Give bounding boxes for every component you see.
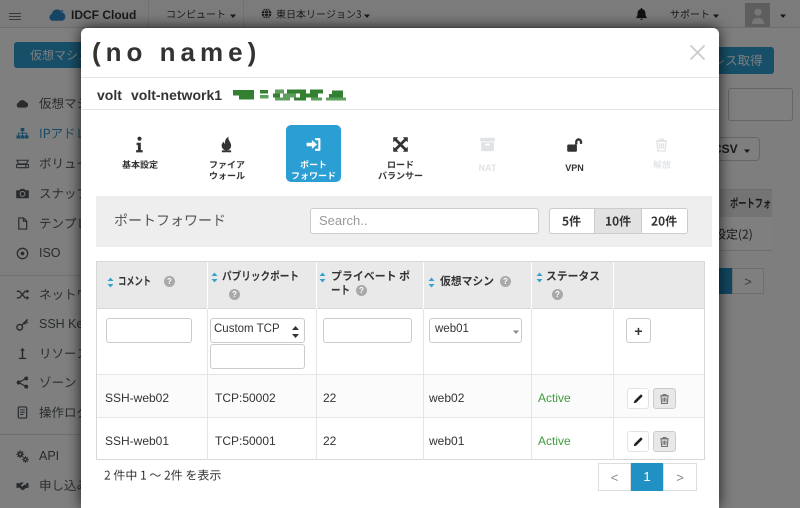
svg-text:?: ?	[555, 290, 560, 299]
svg-text:?: ?	[359, 286, 364, 295]
svg-text:?: ?	[232, 290, 237, 299]
svg-text:?: ?	[503, 277, 508, 286]
svg-text:?: ?	[167, 277, 172, 286]
